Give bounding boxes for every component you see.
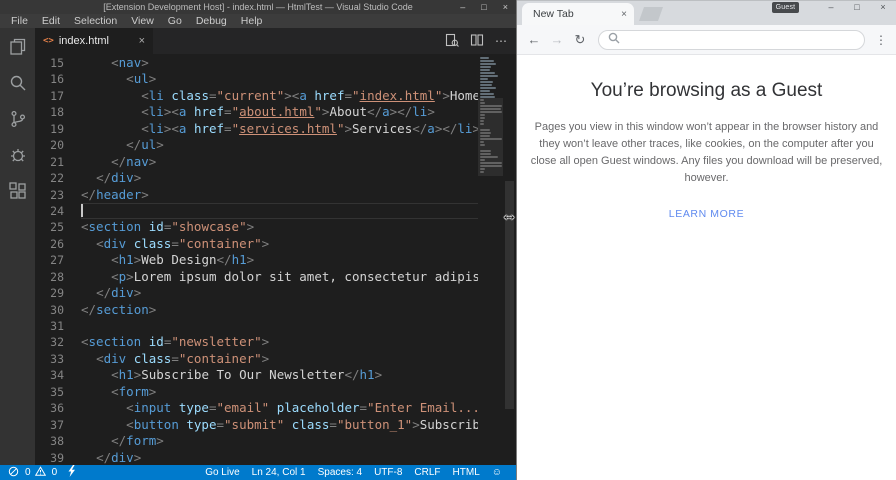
vscode-minimize-button[interactable]: – — [460, 2, 465, 12]
chrome-minimize-button[interactable]: – — [818, 0, 844, 14]
chrome-maximize-button[interactable]: □ — [844, 0, 870, 14]
menu-help[interactable]: Help — [234, 15, 270, 27]
vscode-close-button[interactable]: × — [503, 2, 508, 12]
menu-edit[interactable]: Edit — [35, 15, 67, 27]
language-mode[interactable]: HTML — [447, 467, 486, 478]
chrome-close-button[interactable]: × — [870, 0, 896, 14]
code-line[interactable]: 34 <h1>Subscribe To Our Newsletter</h1> — [35, 367, 516, 383]
warning-count[interactable]: 0 — [50, 467, 58, 478]
chrome-tab-new-tab[interactable]: New Tab × — [522, 3, 634, 25]
guest-new-tab-page: You’re browsing as a Guest Pages you vie… — [517, 55, 896, 480]
menu-selection[interactable]: Selection — [67, 15, 124, 27]
editor-tab-bar: <> index.html × ⋯ — [35, 28, 516, 54]
chrome-tab-close-icon[interactable]: × — [621, 9, 627, 20]
status-bar: 0 0 Go Live Ln 24, Col 1 Spaces: 4 UTF-8… — [0, 465, 516, 480]
go-live-button[interactable]: Go Live — [199, 467, 245, 478]
explorer-icon[interactable] — [7, 36, 29, 58]
html-file-icon: <> — [43, 36, 54, 46]
code-lines: 15 <nav> 16 <ul> 17 <li class="current"><a… — [35, 55, 516, 465]
more-actions-icon[interactable]: ⋯ — [495, 34, 507, 48]
vscode-menubar: File Edit Selection View Go Debug Help — [0, 14, 516, 28]
code-line[interactable]: 39 </div> — [35, 450, 516, 466]
code-line[interactable]: 20 </ul> — [35, 137, 516, 153]
code-line[interactable]: 30 </section> — [35, 302, 516, 318]
code-line[interactable]: 37 <button type="submit" class="button_1… — [35, 417, 516, 433]
extensions-icon[interactable] — [7, 180, 29, 202]
code-line[interactable]: 38 </form> — [35, 433, 516, 449]
source-control-icon[interactable] — [7, 108, 29, 130]
back-icon[interactable]: ← — [524, 32, 544, 47]
code-line[interactable]: 33 <div class="container"> — [35, 351, 516, 367]
search-icon[interactable] — [7, 72, 29, 94]
reload-icon[interactable]: ↻ — [570, 32, 590, 48]
chrome-tab-title: New Tab — [533, 8, 574, 20]
chrome-menu-icon[interactable]: ⋮ — [873, 33, 889, 47]
code-line[interactable]: 35 <form> — [35, 384, 516, 400]
activity-bar — [0, 28, 35, 465]
code-line[interactable]: 18 <li><a href="about.html">About</a></l… — [35, 104, 516, 120]
omnibox-search-icon — [608, 31, 620, 49]
menu-go[interactable]: Go — [161, 15, 189, 27]
vscode-maximize-button[interactable]: □ — [481, 2, 486, 12]
vscode-window: [Extension Development Host] - index.htm… — [0, 0, 516, 480]
error-count[interactable]: 0 — [23, 467, 31, 478]
code-line[interactable]: 36 <input type="email" placeholder="Ente… — [35, 400, 516, 416]
tab-close-icon[interactable]: × — [139, 35, 145, 47]
indentation-setting[interactable]: Spaces: 4 — [312, 467, 368, 478]
feedback-smiley-icon[interactable]: ☺ — [486, 467, 508, 478]
code-line[interactable]: 15 <nav> — [35, 55, 516, 71]
minimap-slider[interactable] — [478, 98, 503, 176]
code-line[interactable]: 17 <li class="current"><a href="index.ht… — [35, 88, 516, 104]
menu-file[interactable]: File — [4, 15, 35, 27]
vscode-window-title: [Extension Development Host] - index.htm… — [103, 2, 413, 12]
encoding-setting[interactable]: UTF-8 — [368, 467, 408, 478]
code-line[interactable]: 19 <li><a href="services.html">Services<… — [35, 121, 516, 137]
eol-setting[interactable]: CRLF — [408, 467, 446, 478]
learn-more-link[interactable]: LEARN MORE — [669, 208, 744, 220]
code-line[interactable]: 32 <section id="newsletter"> — [35, 334, 516, 350]
code-line[interactable]: 31 — [35, 318, 516, 334]
lightning-icon[interactable] — [67, 465, 76, 480]
code-line[interactable]: 23 </header> — [35, 187, 516, 203]
vscode-titlebar: [Extension Development Host] - index.htm… — [0, 0, 516, 14]
guest-heading: You’re browsing as a Guest — [590, 80, 823, 101]
tab-label: index.html — [58, 35, 109, 47]
code-line[interactable]: 29 </div> — [35, 285, 516, 301]
chrome-tab-strip: New Tab × Guest – □ × — [517, 0, 896, 25]
new-tab-button[interactable] — [639, 7, 663, 21]
chrome-toolbar: ← → ↻ ⋮ — [517, 25, 896, 55]
chrome-window: New Tab × Guest – □ × ← → ↻ ⋮ You’re bro… — [516, 0, 896, 480]
code-line[interactable]: 25 <section id="showcase"> — [35, 219, 516, 235]
code-line[interactable]: 22 </div> — [35, 170, 516, 186]
code-line[interactable]: 26 <div class="container"> — [35, 236, 516, 252]
minimap[interactable] — [478, 54, 503, 465]
code-line[interactable]: 21 </nav> — [35, 154, 516, 170]
warnings-icon[interactable] — [34, 465, 46, 480]
code-line[interactable]: 24 — [35, 202, 516, 220]
open-preview-icon[interactable] — [445, 33, 459, 50]
debug-icon[interactable] — [7, 144, 29, 166]
tab-index-html[interactable]: <> index.html × — [35, 28, 153, 54]
address-bar[interactable] — [598, 29, 865, 50]
cursor-position[interactable]: Ln 24, Col 1 — [246, 467, 312, 478]
errors-icon[interactable] — [8, 466, 19, 480]
code-editor[interactable]: 15 <nav> 16 <ul> 17 <li class="current"><a… — [35, 54, 516, 465]
menu-view[interactable]: View — [124, 15, 161, 27]
guest-profile-badge[interactable]: Guest — [772, 2, 799, 13]
code-line[interactable]: 28 <p>Lorem ipsum dolor sit amet, consec… — [35, 269, 516, 285]
menu-debug[interactable]: Debug — [189, 15, 234, 27]
editor-scrollbar[interactable] — [503, 54, 516, 465]
code-line[interactable]: 27 <h1>Web Design</h1> — [35, 252, 516, 268]
split-editor-icon[interactable] — [470, 33, 484, 50]
code-line[interactable]: 16 <ul> — [35, 71, 516, 87]
resize-cursor-icon: ↔ — [501, 207, 517, 224]
forward-icon: → — [550, 32, 564, 47]
guest-description: Pages you view in this window won’t appe… — [530, 121, 883, 185]
